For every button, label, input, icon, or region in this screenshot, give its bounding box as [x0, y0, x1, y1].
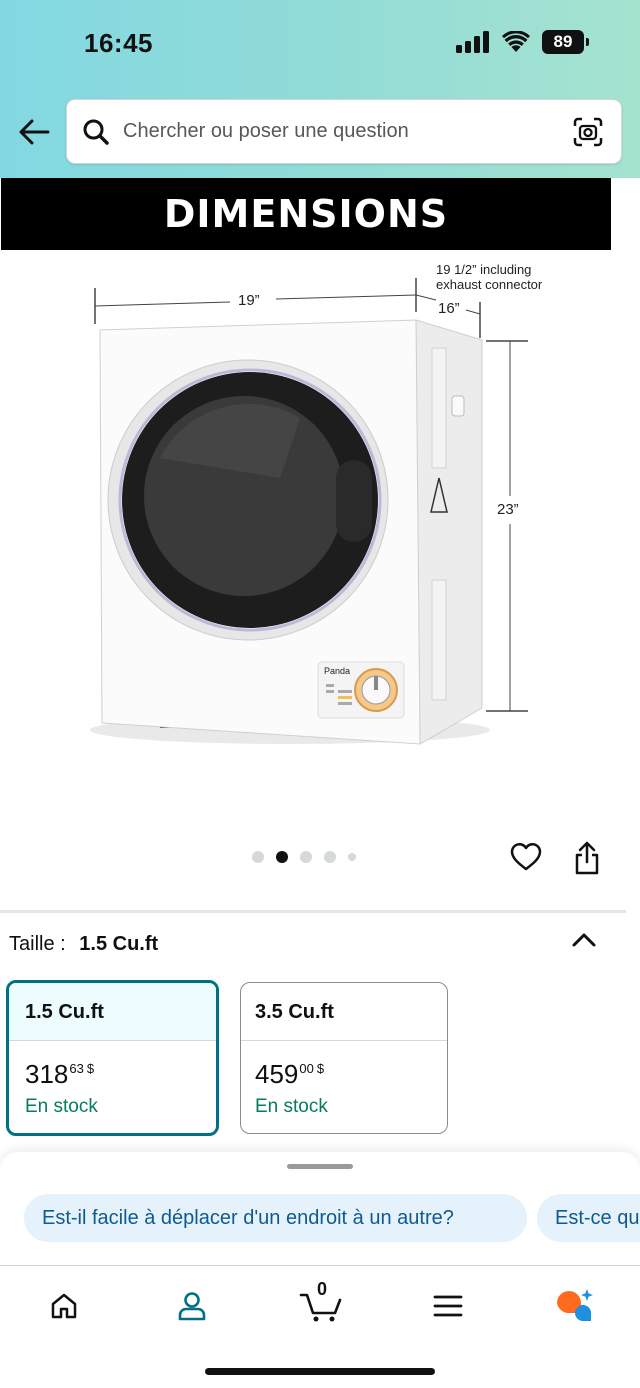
- nav-menu[interactable]: [426, 1284, 470, 1328]
- wishlist-button[interactable]: [509, 840, 545, 876]
- dimension-note-line2: exhaust connector: [436, 277, 543, 292]
- nav-account[interactable]: [170, 1284, 214, 1328]
- home-icon: [51, 1293, 77, 1319]
- search-input[interactable]: [123, 120, 571, 143]
- status-icons: 89: [456, 30, 589, 54]
- search-bar[interactable]: [66, 99, 622, 164]
- battery-indicator: 89: [542, 30, 589, 54]
- dimension-height: 23”: [497, 501, 519, 518]
- home-indicator: [205, 1368, 435, 1375]
- collapse-size-button[interactable]: [570, 926, 600, 956]
- carousel-dot[interactable]: [348, 853, 356, 861]
- chevron-up-icon: [572, 933, 596, 947]
- user-icon: [178, 1292, 206, 1321]
- back-button[interactable]: [14, 112, 54, 152]
- size-selector-label: Taille : 1.5 Cu.ft: [9, 933, 158, 956]
- price-whole: 459: [255, 1059, 299, 1089]
- rufus-assistant-icon: [557, 1289, 593, 1321]
- screen: 16:45 89 Chercher ou poser une question …: [0, 0, 640, 1388]
- size-option[interactable]: 3.5 Cu.ft 459 00 $ En stock: [240, 982, 448, 1134]
- stock-status: En stock: [255, 1096, 328, 1117]
- price-cents: 63: [69, 1061, 84, 1076]
- size-option-price: 318 63 $: [25, 1059, 216, 1090]
- image-carousel-dots[interactable]: [252, 851, 356, 863]
- size-selected-value: 1.5 Cu.ft: [79, 933, 159, 955]
- battery-level: 89: [553, 32, 573, 51]
- price-cents: 00: [299, 1061, 314, 1076]
- header: 16:45 89: [0, 0, 640, 178]
- carousel-dot-active[interactable]: [276, 851, 288, 863]
- search-icon: [81, 117, 111, 147]
- nav-rufus[interactable]: [552, 1284, 596, 1328]
- size-option-selected[interactable]: 1.5 Cu.ft 318 63 $ En stock: [6, 980, 219, 1136]
- questions-sheet: Est-il facile à déplacer d'un endroit à …: [0, 1152, 640, 1266]
- size-option-price: 459 00 $: [255, 1059, 447, 1090]
- share-icon: [575, 841, 599, 875]
- price-whole: 318: [25, 1059, 69, 1089]
- size-option-name: 3.5 Cu.ft: [241, 983, 447, 1041]
- product-image[interactable]: DIMENSIONS Panda 19” 16” 23” 19 1/2” inc…: [0, 178, 640, 828]
- dimension-note: 19 1/2” including exhaust connector: [436, 262, 596, 292]
- question-chip[interactable]: Est-ce qu: [537, 1194, 640, 1242]
- dimension-depth: 16”: [438, 300, 460, 317]
- camera-lens-icon[interactable]: [571, 115, 605, 149]
- stock-status: En stock: [25, 1096, 98, 1117]
- dimension-note-line1: 19 1/2” including: [436, 262, 532, 277]
- size-label-text: Taille :: [9, 933, 66, 955]
- brand-label: Panda: [324, 666, 350, 676]
- price-currency: $: [86, 1061, 95, 1076]
- nav-home[interactable]: [42, 1284, 86, 1328]
- price-currency: $: [316, 1061, 325, 1076]
- carousel-dot[interactable]: [324, 851, 336, 863]
- status-time: 16:45: [84, 28, 153, 58]
- dimension-width: 19”: [238, 292, 260, 309]
- size-option-name: 1.5 Cu.ft: [9, 983, 216, 1041]
- arrow-left-icon: [19, 119, 50, 145]
- menu-icon: [433, 1295, 463, 1317]
- question-chip[interactable]: Est-il facile à déplacer d'un endroit à …: [24, 1194, 527, 1242]
- carousel-dot[interactable]: [252, 851, 264, 863]
- cellular-signal-icon: [456, 31, 489, 53]
- sheet-grabber[interactable]: [287, 1164, 353, 1169]
- cart-count: 0: [317, 1279, 328, 1299]
- divider: [0, 910, 626, 913]
- wifi-icon: [502, 31, 530, 52]
- share-button[interactable]: [570, 840, 606, 876]
- heart-icon: [510, 843, 542, 871]
- carousel-dot[interactable]: [300, 851, 312, 863]
